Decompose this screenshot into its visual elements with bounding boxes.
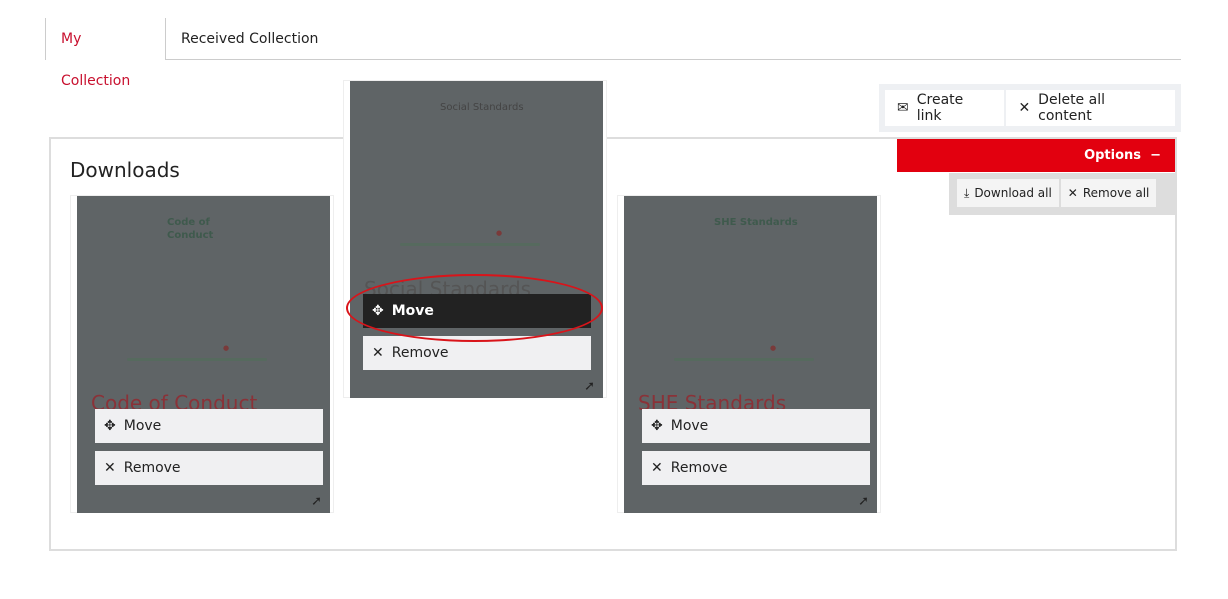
open-arrow-icon[interactable]: ➚ — [858, 494, 869, 509]
cover-line — [400, 243, 540, 246]
cover-image: SHE Standards ● SHE Standards ✥ Move ✕ Rem… — [624, 196, 877, 513]
move-icon: ✥ — [104, 418, 116, 434]
cover-title: Social Standards — [440, 102, 524, 113]
move-icon: ✥ — [651, 418, 663, 434]
remove-button[interactable]: ✕ Remove — [642, 451, 870, 485]
options-label: Options — [1084, 148, 1142, 163]
close-icon: ✕ — [651, 460, 663, 476]
move-button[interactable]: ✥ Move — [642, 409, 870, 443]
envelope-icon: ✉ — [897, 100, 909, 116]
cover-image: Social Standards ● Social Standards ✥ Mov… — [350, 81, 603, 398]
download-icon: ⤓ — [964, 185, 970, 200]
open-arrow-icon[interactable]: ➚ — [584, 379, 595, 394]
cover-line — [127, 358, 267, 361]
create-link-button[interactable]: ✉ Create link — [885, 90, 1005, 126]
highlight-ellipse — [346, 274, 603, 342]
move-button[interactable]: ✥ Move — [95, 409, 323, 443]
logo: ● — [770, 344, 777, 352]
logo: ● — [223, 344, 230, 352]
delete-all-button[interactable]: ✕ Delete all content — [1006, 90, 1175, 126]
cover-title: SHE Standards — [714, 217, 798, 228]
remove-button[interactable]: ✕ Remove — [95, 451, 323, 485]
close-icon: ✕ — [1067, 186, 1078, 200]
panel-title: Downloads — [70, 158, 180, 182]
download-all-button[interactable]: ⤓ Download all — [957, 179, 1059, 207]
remove-all-button[interactable]: ✕ Remove all — [1060, 179, 1157, 207]
cover-title: Code of Conduct — [167, 217, 214, 241]
logo: ● — [496, 229, 503, 237]
options-toggle[interactable]: Options − — [897, 139, 1175, 172]
close-icon: ✕ — [104, 460, 116, 476]
close-icon: ✕ — [1018, 100, 1031, 116]
collection-card: Code of Conduct ● Code of Conduct ✥ Move … — [70, 195, 334, 513]
cover-line — [674, 358, 814, 361]
options-menu: ⤓ Download all ✕ Remove all — [949, 173, 1175, 215]
minus-icon: − — [1150, 148, 1161, 163]
cover-image: Code of Conduct ● Code of Conduct ✥ Move … — [77, 196, 330, 513]
collection-card: SHE Standards ● SHE Standards ✥ Move ✕ Rem… — [617, 195, 881, 513]
collection-actions: ✉ Create link ✕ Delete all content — [879, 84, 1181, 132]
tab-received-collection[interactable]: Received Collection — [166, 18, 333, 60]
close-icon: ✕ — [372, 345, 384, 361]
tab-my-collection[interactable]: My Collection — [45, 18, 166, 89]
open-arrow-icon[interactable]: ➚ — [311, 494, 322, 509]
collection-card-dragging[interactable]: Social Standards ● Social Standards ✥ Mov… — [343, 80, 607, 398]
